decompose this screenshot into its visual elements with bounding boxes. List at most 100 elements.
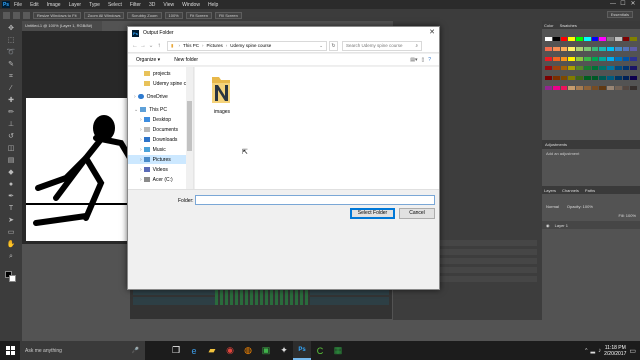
color-swatch[interactable] [630, 46, 637, 51]
breadcrumb-item[interactable]: Pictures [207, 43, 223, 48]
maximize-button[interactable]: ☐ [618, 0, 628, 9]
lasso-tool-icon[interactable]: ➰ [6, 49, 16, 57]
color-swatch[interactable] [599, 66, 606, 71]
color-swatch[interactable] [630, 76, 637, 81]
app-green-2-taskbar-icon[interactable]: ▦ [329, 341, 347, 360]
color-swatch[interactable] [568, 76, 575, 81]
document-tab[interactable]: Untitled-1 @ 100% (Layer 1, RGB/8#) [22, 21, 102, 31]
eye-icon[interactable]: ◉ [546, 223, 550, 228]
app-green-taskbar-icon[interactable]: ▣ [257, 341, 275, 360]
menu-filter[interactable]: Filter [130, 2, 141, 8]
chrome-taskbar-icon[interactable]: ◉ [221, 341, 239, 360]
color-swatch[interactable] [607, 37, 614, 41]
color-swatch[interactable] [622, 86, 630, 91]
nav-item-pictures[interactable]: › Pictures [128, 155, 186, 164]
resize-windows-checkbox[interactable]: Resize Windows to Fit [33, 11, 81, 19]
gradient-tool-icon[interactable]: ▤ [6, 157, 16, 165]
minimize-button[interactable]: — [608, 0, 618, 9]
tab-layers[interactable]: Layers [544, 188, 556, 193]
menu-edit[interactable]: Edit [30, 2, 39, 8]
eraser-tool-icon[interactable]: ◫ [6, 145, 16, 153]
nav-item-downloads[interactable]: › Downloads [140, 135, 177, 144]
color-swatch[interactable] [607, 66, 614, 71]
color-swatch[interactable] [576, 46, 583, 51]
breadcrumb-item[interactable]: This PC [183, 43, 199, 48]
color-swatch[interactable] [591, 37, 599, 41]
nav-item-onedrive[interactable]: › OneDrive [134, 92, 168, 101]
move-tool-icon[interactable]: ✥ [6, 25, 16, 33]
menu-window[interactable]: Window [182, 2, 200, 8]
start-button[interactable] [0, 341, 20, 360]
network-icon[interactable]: ▂ [591, 347, 596, 354]
marquee-tool-icon[interactable]: ⬚ [6, 37, 16, 45]
color-swatch[interactable] [607, 46, 614, 51]
nav-item-udemy[interactable]: Udemy spine cou [144, 79, 192, 88]
color-swatch[interactable] [583, 37, 591, 41]
color-swatch[interactable] [591, 76, 599, 81]
close-icon[interactable]: ✕ [429, 28, 435, 36]
fit-screen-button[interactable]: Fit Screen [185, 11, 212, 19]
tab-channels[interactable]: Channels [562, 188, 579, 193]
tab-paths[interactable]: Paths [585, 188, 595, 193]
forward-arrow-icon[interactable]: → [139, 43, 147, 49]
new-folder-button[interactable]: New folder [174, 57, 198, 63]
color-swatch[interactable] [614, 76, 622, 81]
blur-tool-icon[interactable]: ◆ [6, 169, 16, 177]
color-swatch[interactable] [560, 76, 568, 81]
zoom-tool-icon[interactable] [3, 11, 10, 19]
opacity-field[interactable]: Opacity: 100% [567, 204, 593, 209]
menu-help[interactable]: Help [208, 2, 218, 8]
color-swatch[interactable] [552, 76, 560, 81]
color-swatch[interactable] [583, 66, 591, 71]
notifications-icon[interactable]: ▭ [629, 347, 636, 355]
color-swatch[interactable] [545, 56, 552, 61]
color-swatch[interactable] [607, 86, 614, 91]
chevron-down-icon[interactable]: ⌄ [319, 43, 323, 49]
blend-mode-select[interactable]: Normal [546, 204, 559, 209]
healing-tool-icon[interactable]: ✚ [6, 97, 16, 105]
menu-type[interactable]: Type [89, 2, 100, 8]
nav-item-documents[interactable]: › Documents [140, 125, 178, 134]
shape-tool-icon[interactable]: ▭ [6, 229, 16, 237]
color-swatch[interactable] [614, 66, 622, 71]
color-swatch[interactable] [552, 46, 560, 51]
color-swatch[interactable] [622, 56, 630, 61]
pen-tool-icon[interactable]: ✒ [6, 193, 16, 201]
nav-item-drive-c[interactable]: › Acer (C:) [140, 175, 173, 184]
color-swatch[interactable] [622, 66, 630, 71]
color-swatch[interactable] [614, 86, 622, 91]
color-swatch[interactable] [630, 37, 637, 41]
microphone-icon[interactable]: 🎤 [132, 347, 139, 354]
spine-taskbar-icon[interactable]: ✦ [275, 341, 293, 360]
scrubby-zoom-checkbox[interactable]: Scrubby Zoom [127, 11, 162, 19]
eyedropper-tool-icon[interactable]: ⁄ [6, 85, 16, 93]
background-color-swatch[interactable] [9, 275, 16, 282]
organize-button[interactable]: Organize ▾ [136, 57, 160, 63]
up-arrow-icon[interactable]: ↑ [155, 43, 163, 49]
color-swatch[interactable] [583, 56, 591, 61]
color-swatch[interactable] [630, 86, 637, 91]
color-swatch[interactable] [614, 37, 622, 41]
color-swatch[interactable] [583, 76, 591, 81]
type-tool-icon[interactable]: T [6, 205, 16, 213]
color-swatch[interactable] [560, 37, 568, 41]
view-options-icon[interactable]: ▤▾ [410, 57, 417, 63]
color-swatch[interactable] [560, 66, 568, 71]
photoshop-taskbar-icon[interactable]: Ps [293, 341, 311, 360]
dodge-tool-icon[interactable]: ● [6, 181, 16, 189]
zoom-tool-icon[interactable]: ⌕ [6, 253, 16, 261]
color-swatch[interactable] [568, 37, 575, 41]
color-swatch[interactable] [630, 66, 637, 71]
path-select-tool-icon[interactable]: ➤ [6, 217, 16, 225]
edge-taskbar-icon[interactable]: e [185, 341, 203, 360]
nav-item-desktop[interactable]: › Desktop [140, 115, 171, 124]
menu-layer[interactable]: Layer [69, 2, 82, 8]
crop-tool-icon[interactable]: ⌗ [6, 73, 16, 81]
color-swatch[interactable] [583, 46, 591, 51]
fill-screen-button[interactable]: Fill Screen [214, 11, 242, 19]
color-swatch[interactable] [599, 86, 606, 91]
menu-3d[interactable]: 3D [149, 2, 155, 8]
color-swatch[interactable] [622, 76, 630, 81]
color-swatch[interactable] [607, 56, 614, 61]
volume-icon[interactable]: ♪ [598, 348, 601, 354]
